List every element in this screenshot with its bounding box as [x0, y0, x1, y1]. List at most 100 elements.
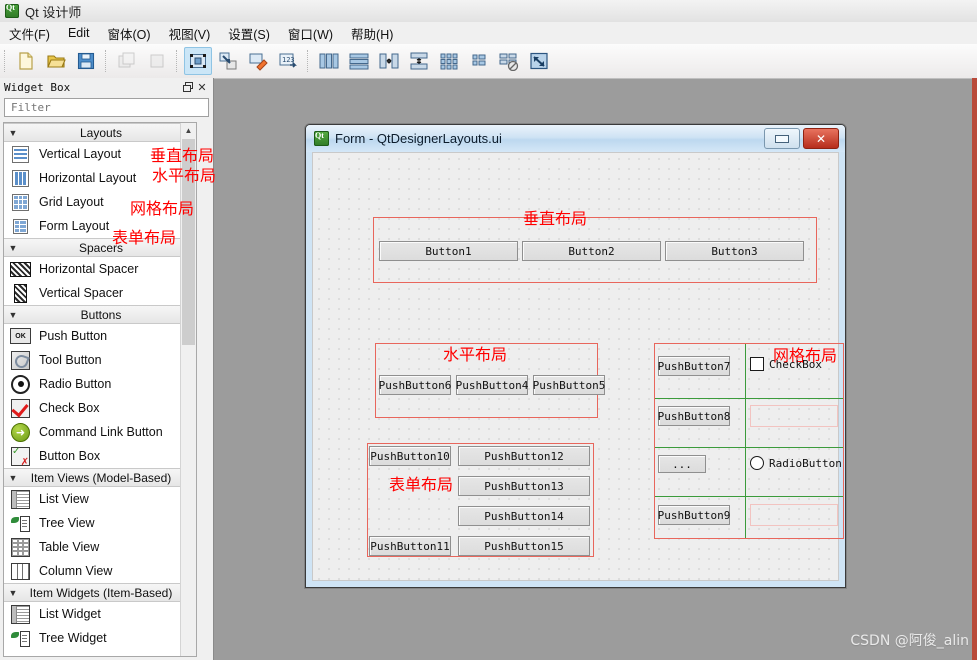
widget-group-item-widgets[interactable]: ▼ Item Widgets (Item-Based) [4, 583, 196, 602]
redo-icon[interactable] [143, 47, 171, 75]
close-button[interactable]: ✕ [803, 128, 839, 149]
filter-input[interactable] [9, 100, 204, 115]
toolbar-separator [4, 50, 7, 72]
widget-item-list-widget[interactable]: List Widget [4, 602, 196, 626]
widget-item-radio-button[interactable]: Radio Button [4, 372, 196, 396]
widget-item-check-box[interactable]: Check Box [4, 396, 196, 420]
menu-settings[interactable]: 设置(S) [219, 22, 279, 45]
button-ellipsis[interactable]: ... [658, 455, 706, 473]
edit-tab-order-icon[interactable]: 123 [274, 47, 302, 75]
grid-empty-cell [750, 504, 838, 526]
menu-form[interactable]: 窗体(O) [99, 22, 160, 45]
widget-group-layouts[interactable]: ▼ Layouts [4, 123, 196, 142]
item-label: Vertical Spacer [39, 286, 124, 300]
widget-box-header: Widget Box ✕ [0, 78, 213, 96]
widget-group-buttons[interactable]: ▼ Buttons [4, 305, 196, 324]
button-PushButton5[interactable]: PushButton5 [533, 375, 605, 395]
tool-button-icon [10, 350, 31, 371]
widget-group-item-views[interactable]: ▼ Item Views (Model-Based) [4, 468, 196, 487]
menu-help[interactable]: 帮助(H) [342, 22, 402, 45]
button-PushButton10[interactable]: PushButton10 [369, 446, 451, 466]
menu-window[interactable]: 窗口(W) [279, 22, 342, 45]
form-titlebar[interactable]: Form - QtDesignerLayouts.ui ✕ [306, 125, 845, 152]
anno-horizontal-layout: 水平布局 [443, 345, 508, 364]
new-form-icon[interactable] [12, 47, 40, 75]
qt-logo-icon [5, 3, 19, 18]
item-label: Push Button [39, 329, 108, 343]
widget-item-command-link-button[interactable]: ➜ Command Link Button [4, 420, 196, 444]
group-label: Item Views (Model-Based) [30, 470, 172, 485]
button-PushButton14[interactable]: PushButton14 [458, 506, 590, 526]
edit-widgets-icon[interactable] [184, 47, 212, 75]
widget-item-tree-view[interactable]: Tree View [4, 511, 196, 535]
undo-icon[interactable] [113, 47, 141, 75]
grid-layout-icon [10, 192, 31, 213]
button-PushButton6[interactable]: PushButton6 [379, 375, 451, 395]
group-label: Buttons [80, 307, 122, 322]
menu-view[interactable]: 视图(V) [160, 22, 220, 45]
anno-vertical-layout: 垂直布局 [523, 209, 588, 228]
edit-buddies-icon[interactable] [244, 47, 272, 75]
break-layout-icon[interactable] [495, 47, 523, 75]
widget-item-column-view[interactable]: Column View [4, 559, 196, 583]
layout-horizontally-icon[interactable] [315, 47, 343, 75]
restore-icon[interactable] [181, 80, 195, 94]
widget-item-horizontal-spacer[interactable]: Horizontal Spacer [4, 257, 196, 281]
widget-item-tool-button[interactable]: Tool Button [4, 348, 196, 372]
checkbox-CheckBox[interactable]: CheckBox [750, 357, 822, 371]
widget-item-push-button[interactable]: OK Push Button [4, 324, 196, 348]
button-PushButton11[interactable]: PushButton11 [369, 536, 451, 556]
radio-circle-icon [750, 456, 764, 470]
item-label: Tree Widget [39, 631, 107, 645]
widget-item-table-view[interactable]: Table View [4, 535, 196, 559]
app-title: Qt 设计师 [25, 4, 82, 20]
layout-splitter-horizontal-icon[interactable] [375, 47, 403, 75]
widget-item-tree-widget[interactable]: Tree Widget [4, 626, 196, 650]
open-folder-icon[interactable] [42, 47, 70, 75]
form-layout-icon [10, 216, 31, 237]
chevron-up-icon[interactable]: ▲ [181, 123, 196, 138]
item-label: List View [39, 492, 89, 506]
item-label: Vertical Layout [39, 147, 121, 161]
layout-vertically-icon[interactable] [345, 47, 373, 75]
push-button-icon: OK [10, 326, 31, 347]
chevron-down-icon: ▼ [8, 309, 18, 320]
button-Button3[interactable]: Button3 [665, 241, 804, 261]
menu-file[interactable]: 文件(F) [0, 22, 59, 45]
layout-form-icon[interactable] [465, 47, 493, 75]
close-icon[interactable]: ✕ [195, 80, 209, 94]
item-label: Horizontal Layout [39, 171, 137, 185]
radio-RadioButton[interactable]: RadioButton [750, 456, 842, 470]
layout-grid-icon[interactable] [435, 47, 463, 75]
widget-box-filter[interactable] [4, 98, 209, 117]
minimize-button[interactable] [764, 128, 800, 149]
toolbar-separator [176, 50, 179, 72]
button-PushButton13[interactable]: PushButton13 [458, 476, 590, 496]
edit-signals-slots-icon[interactable] [214, 47, 242, 75]
layout-splitter-vertical-icon[interactable] [405, 47, 433, 75]
tree-view-icon [10, 513, 31, 534]
list-widget-icon [10, 604, 31, 625]
button-Button2[interactable]: Button2 [522, 241, 661, 261]
widget-item-vertical-spacer[interactable]: Vertical Spacer [4, 281, 196, 305]
save-icon[interactable] [72, 47, 100, 75]
button-PushButton15[interactable]: PushButton15 [458, 536, 590, 556]
button-PushButton8[interactable]: PushButton8 [658, 406, 730, 426]
button-PushButton9[interactable]: PushButton9 [658, 505, 730, 525]
item-label: Form Layout [39, 219, 110, 233]
form-title: Form - QtDesignerLayouts.ui [335, 131, 502, 146]
adjust-size-icon[interactable] [525, 47, 553, 75]
button-Button1[interactable]: Button1 [379, 241, 518, 261]
button-PushButton7[interactable]: PushButton7 [658, 356, 730, 376]
widget-item-button-box[interactable]: Button Box [4, 444, 196, 468]
form-canvas: 垂直布局 Button1 Button2 Button3 水平布局 PushBu… [312, 152, 844, 581]
menu-edit[interactable]: Edit [59, 24, 99, 42]
item-label: Check Box [39, 401, 100, 415]
toolbar-separator [307, 50, 310, 72]
button-PushButton4[interactable]: PushButton4 [456, 375, 528, 395]
widget-item-list-view[interactable]: List View [4, 487, 196, 511]
button-PushButton12[interactable]: PushButton12 [458, 446, 590, 466]
watermark: CSDN @阿俊_alin [850, 633, 969, 649]
qt-logo-icon [314, 131, 329, 146]
item-label: Horizontal Spacer [39, 262, 139, 276]
